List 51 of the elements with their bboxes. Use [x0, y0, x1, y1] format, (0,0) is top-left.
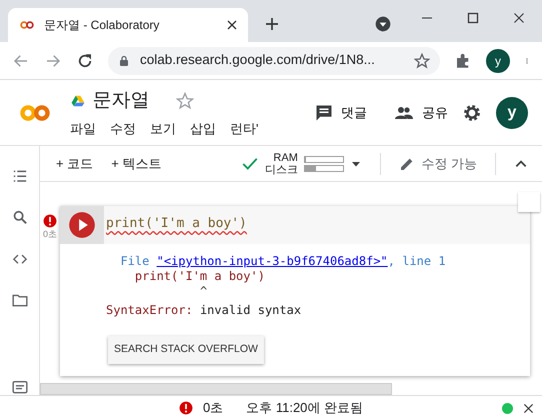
execution-time: 0초 [42, 228, 57, 241]
dropdown-icon[interactable] [375, 16, 391, 32]
ram-label: RAM [272, 152, 298, 164]
terminal-icon[interactable] [10, 378, 28, 395]
error-name: SyntaxError: [106, 303, 193, 317]
menu-item[interactable]: 보기 [150, 120, 176, 136]
disk-label: 디스크 [264, 164, 298, 176]
plus-icon[interactable] [264, 16, 280, 32]
browser-tab[interactable]: 문자열 - Colaboratory [8, 8, 248, 42]
menu-item[interactable]: 파일 [70, 120, 96, 136]
close-icon[interactable] [226, 19, 238, 31]
menu-item[interactable]: 삽입 [190, 120, 216, 136]
error-code-line: print('I'm a boy') [134, 269, 266, 284]
colab-logo-icon [18, 18, 36, 32]
run-icon [68, 211, 96, 239]
pencil-icon [398, 156, 415, 172]
traceback-text: File [119, 254, 150, 268]
file-link[interactable]: "<ipython-input-3-b9f67406ad8f>" [156, 254, 388, 268]
error-message: invalid syntax [200, 303, 302, 317]
settings-icon[interactable] [462, 102, 482, 122]
profile-avatar[interactable]: y [486, 48, 510, 72]
share-button[interactable]: 공유 [394, 102, 448, 122]
menu-item[interactable]: 런타' [230, 120, 258, 136]
folder-icon[interactable] [10, 292, 28, 309]
line-number-text: , line 1 [388, 254, 446, 268]
status-message: 오후 11:20에 완료됨 [246, 399, 364, 418]
caret-marker: ^ [199, 284, 208, 299]
comment-button[interactable]: 댓글 [315, 102, 367, 122]
drive-icon [70, 94, 86, 108]
disk-meter [304, 164, 344, 172]
star-icon[interactable] [176, 92, 194, 110]
execution-time: 0초 [202, 399, 224, 418]
profile-avatar[interactable]: y [496, 96, 528, 128]
menu-item[interactable]: 수정 [110, 120, 136, 136]
edit-mode-button[interactable]: 수정 가능 [398, 154, 477, 174]
ram-meter [304, 156, 344, 162]
close-icon[interactable] [513, 12, 525, 24]
close-icon[interactable] [523, 402, 534, 414]
add-text-button[interactable]: + 텍스트 [111, 154, 162, 174]
notebook-title[interactable]: 문자열 [92, 86, 150, 116]
reload-icon[interactable] [76, 52, 94, 70]
address-bar[interactable]: colab.research.google.com/drive/1N8... [108, 46, 440, 74]
bookmark-star-icon[interactable] [414, 52, 430, 68]
add-code-button[interactable]: + 코드 [56, 154, 94, 174]
run-button[interactable] [60, 206, 104, 244]
search-stack-overflow-button[interactable]: SEARCH STACK OVERFLOW [108, 336, 264, 364]
lock-icon [118, 54, 130, 68]
maximize-icon[interactable] [467, 12, 479, 24]
search-icon[interactable] [10, 209, 28, 226]
comment-icon [315, 104, 333, 122]
horizontal-scrollbar[interactable] [40, 383, 392, 395]
